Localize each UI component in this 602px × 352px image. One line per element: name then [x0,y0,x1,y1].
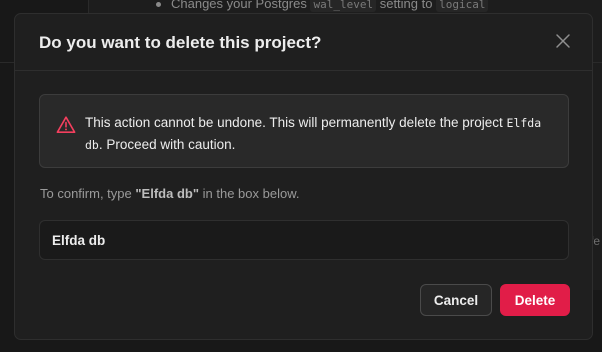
alert-text-before: This action cannot be undone. This will … [85,115,503,130]
bullet-code-logical: logical [436,0,489,12]
confirm-label-value: "Elfda db" [135,186,199,201]
alert-text-after: . Proceed with caution. [98,137,236,152]
confirm-project-name-input[interactable] [39,220,569,260]
confirm-instruction: To confirm, type "Elfda db" in the box b… [40,186,299,201]
delete-button[interactable]: Delete [500,284,570,316]
cancel-button[interactable]: Cancel [420,284,492,316]
bullet-dot-icon [156,2,161,8]
warning-alert: This action cannot be undone. This will … [39,94,569,168]
dialog-header: Do you want to delete this project? [15,14,592,71]
bullet-text-prefix: Changes your Postgres [171,0,307,11]
confirm-label-after: in the box below. [202,186,300,201]
bullet-text-middle: setting to [379,0,433,11]
delete-project-dialog: Do you want to delete this project? This… [14,13,593,340]
alert-message: This action cannot be undone. This will … [85,112,545,156]
close-icon[interactable] [554,32,572,50]
confirm-label-before: To confirm, type [40,186,132,201]
background-bullet-item: Changes your Postgres wal_level setting … [156,0,489,12]
bullet-code-wal-level: wal_level [310,0,377,12]
warning-triangle-icon [56,115,76,135]
dialog-title: Do you want to delete this project? [39,33,322,52]
